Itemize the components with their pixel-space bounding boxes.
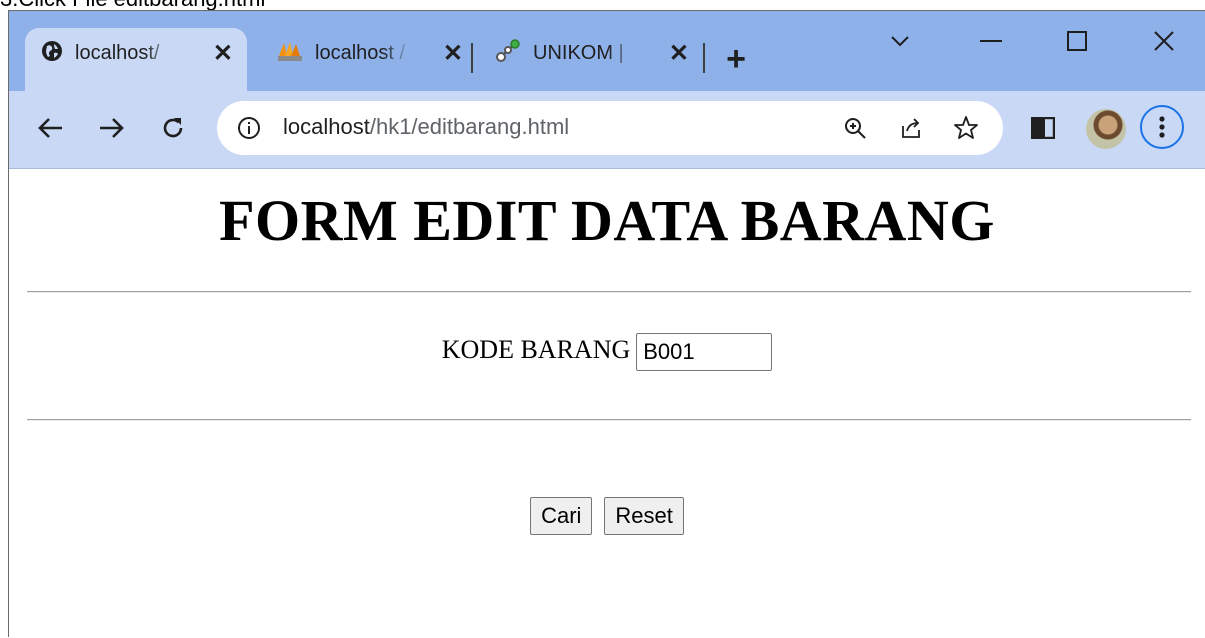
minimize-icon [980,40,1002,42]
side-panel-button[interactable] [1025,110,1061,146]
tab-strip: localhost/ ✕ localhost / ✕ UNIKOM | ✕ + [9,11,1205,91]
new-tab-button[interactable]: + [721,42,751,76]
kode-barang-input[interactable] [636,333,773,371]
tab-separator [703,43,705,73]
tab-title: localhost/ [75,42,160,64]
cari-button[interactable]: Cari [530,497,593,535]
forward-button[interactable] [93,110,129,146]
arrow-left-icon [38,118,62,138]
phpmyadmin-icon [277,40,303,68]
share-icon[interactable] [899,116,923,145]
address-bar[interactable]: localhost/hk1/editbarang.html [217,101,1003,155]
browser-window: localhost/ ✕ localhost / ✕ UNIKOM | ✕ + … [8,10,1205,638]
star-icon[interactable] [953,115,979,146]
close-icon[interactable]: ✕ [213,41,233,66]
tab-localhost-active[interactable]: localhost/ ✕ [25,28,247,91]
reload-button[interactable] [155,110,191,146]
zoom-icon[interactable] [843,116,867,145]
tab-search-button[interactable] [875,21,925,61]
kebab-menu-icon [1159,116,1165,138]
url-host: localhost [283,114,370,139]
close-icon[interactable]: ✕ [669,41,689,66]
side-panel-icon [1031,117,1055,139]
url-path: /hk1/editbarang.html [369,114,570,139]
info-icon[interactable] [237,116,261,145]
close-icon[interactable]: ✕ [443,41,463,66]
kode-barang-label: KODE BARANG [441,334,631,364]
kode-barang-row: KODE BARANG [9,333,1205,371]
tab-title: localhost / [315,42,406,64]
maximize-icon [1067,31,1087,51]
url-text[interactable]: localhost/hk1/editbarang.html [283,114,569,140]
chevron-down-icon [891,36,909,47]
reset-button[interactable]: Reset [604,497,684,535]
tab-unikom[interactable]: UNIKOM | ✕ [479,28,703,91]
arrow-right-icon [100,118,124,138]
tab-phpmyadmin[interactable]: localhost / ✕ [261,28,477,91]
page-content: FORM EDIT DATA BARANG KODE BARANG Cari Re… [9,169,1205,638]
close-window-button[interactable] [1139,21,1189,61]
horizontal-rule [27,419,1191,421]
tab-title: UNIKOM | [533,42,624,64]
horizontal-rule [27,291,1191,293]
network-icon [495,38,521,69]
back-button[interactable] [33,110,69,146]
globe-icon [41,40,63,68]
browser-menu-button[interactable] [1140,105,1184,149]
button-row: Cari Reset [9,497,1205,535]
maximize-button[interactable] [1052,21,1102,61]
page-title: FORM EDIT DATA BARANG [219,188,995,253]
document-caption: 3.Click File editbarang.html [0,0,265,11]
browser-toolbar: localhost/hk1/editbarang.html [9,91,1205,169]
avatar[interactable] [1086,109,1126,149]
reload-icon [163,118,183,138]
tab-separator [471,43,473,73]
minimize-button[interactable] [966,21,1016,61]
close-icon [1154,31,1174,51]
